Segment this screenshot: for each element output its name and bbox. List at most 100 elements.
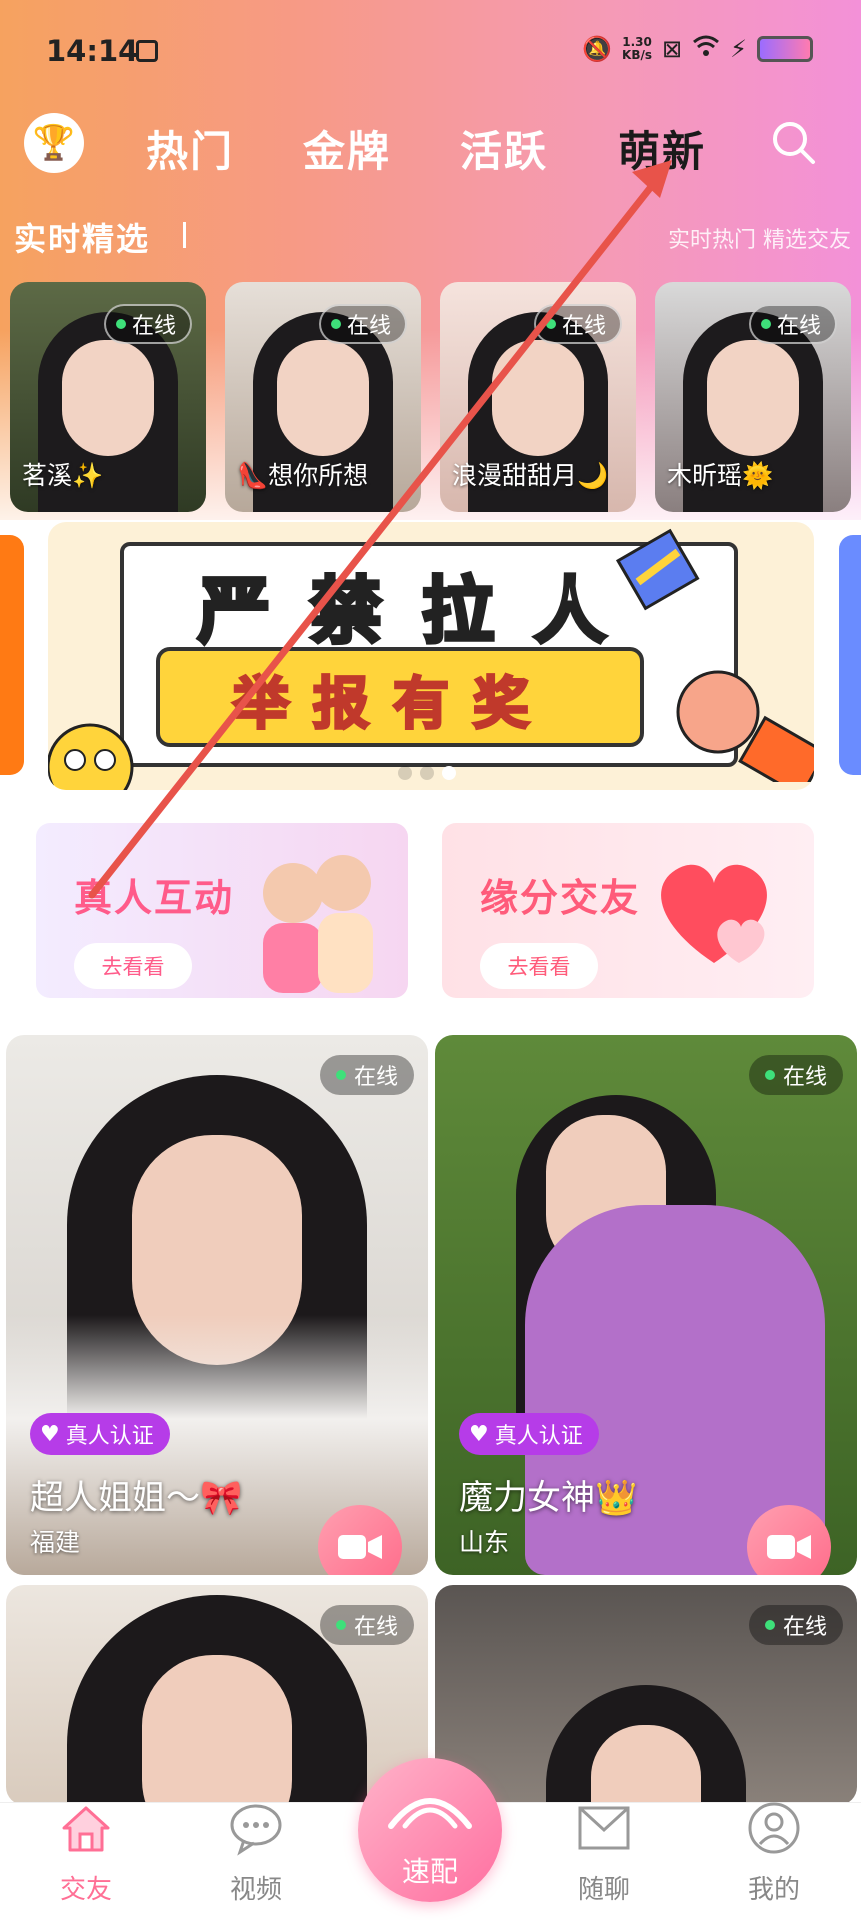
profile-icon [748,1802,800,1854]
quick-match-label: 速配 [401,1855,458,1888]
heart-icon [661,864,767,963]
mail-icon [578,1806,630,1850]
profile-nickname: 魔力女神👑 [459,1478,638,1518]
online-badge: 在线 [319,1055,414,1095]
quick-match-button[interactable]: 速配 [358,1758,502,1902]
online-badge-label: 在线 [131,314,176,339]
nav-item-friends[interactable]: 交友 [26,1800,146,1906]
feature-card-fate-friends[interactable]: 缘分交友 去看看 [442,823,814,998]
online-dot-icon [760,319,771,329]
live-card[interactable]: 在线 👠想你所想 [225,282,421,512]
banner-prev-peek[interactable] [0,535,24,775]
pager-dot [398,766,412,780]
verified-badge-label: 真人认证 [494,1424,583,1449]
nav-item-label: 交友 [59,1875,112,1905]
section-divider [183,222,186,248]
avatar-face [492,340,584,456]
online-badge: 在线 [748,304,837,344]
verified-heart-icon: ♥ [469,1421,489,1447]
online-badge: 在线 [103,304,192,344]
profile-location: 福建 [30,1528,81,1557]
profile-card[interactable]: 在线 ♥ 真人认证 魔力女神👑 山东 [435,1035,857,1575]
live-card-name: 浪漫甜甜月🌙 [452,461,609,490]
wifi-icon [692,34,720,64]
verified-badge: ♥ 真人认证 [459,1413,599,1455]
live-card[interactable]: 在线 木昕瑶🌞 [655,282,851,512]
avatar-face [277,340,369,456]
charging-icon: ⚡ [730,35,747,63]
close-box-icon: ⊠ [662,35,683,63]
verified-badge: ♥ 真人认证 [30,1413,170,1455]
section-title: 实时精选 [14,220,151,258]
online-badge-label: 在线 [782,1615,827,1640]
tab-hot[interactable]: 热门 [146,118,234,179]
nav-item-me[interactable]: 我的 [714,1800,834,1906]
gift-icon [615,528,700,611]
profile-card[interactable]: 在线 ♥ 真人认证 超人姐姐～🎀 福建 [6,1035,428,1575]
section-links[interactable]: 实时热门 精选交友 [668,222,851,254]
crying-emoji-icon [48,723,134,790]
promo-banner[interactable]: 严禁拉人 举报有奖 [48,522,814,790]
live-card-name: 👠想你所想 [237,461,369,490]
go-see-button[interactable]: 去看看 [480,943,598,989]
live-card-name: 茗溪✨ [22,461,104,490]
nav-item-random-chat[interactable]: 随聊 [544,1800,664,1906]
live-card[interactable]: 在线 茗溪✨ [10,282,206,512]
banner-pager [398,766,456,780]
banner-next-peek[interactable] [839,535,861,775]
trophy-icon[interactable]: 🏆 [24,113,84,173]
online-badge-label: 在线 [561,314,606,339]
verified-badge-label: 真人认证 [65,1424,154,1449]
live-card-name: 木昕瑶🌞 [667,461,774,490]
nav-item-label: 我的 [747,1875,800,1905]
couple-illustration [263,855,373,993]
profile-card[interactable]: 在线 [435,1585,857,1805]
online-badge: 在线 [748,1605,843,1645]
profile-nickname: 超人姐姐～🎀 [30,1478,243,1518]
online-badge: 在线 [748,1055,843,1095]
tab-active[interactable]: 活跃 [460,118,548,179]
go-see-button[interactable]: 去看看 [74,943,192,989]
nav-item-label: 视频 [229,1875,282,1905]
avatar-face [142,1655,292,1805]
tab-newbie[interactable]: 萌新 [618,118,706,179]
video-camera-icon [767,1535,811,1559]
avatar-face [62,340,154,456]
top-nav: 🏆 热门 金牌 活跃 萌新 [0,110,861,180]
online-badge-label: 在线 [353,1065,398,1090]
avatar-face [707,340,799,456]
online-badge-label: 在线 [776,314,821,339]
video-camera-icon [338,1535,382,1559]
nav-item-video[interactable]: 视频 [196,1800,316,1906]
pager-dot [420,766,434,780]
online-dot-icon [115,319,126,329]
online-badge-label: 在线 [782,1065,827,1090]
profile-location: 山东 [459,1528,510,1557]
online-badge-label: 在线 [353,1615,398,1640]
online-badge: 在线 [533,304,622,344]
banner-headline: 严禁拉人 [196,567,647,655]
feature-card-real-interaction[interactable]: 真人互动 去看看 [36,823,408,998]
tab-gold[interactable]: 金牌 [303,118,391,179]
profile-card[interactable]: 在线 [6,1585,428,1805]
sim-icon [136,40,158,62]
banner-subline: 举报有奖 [232,671,553,739]
net-speed-unit: KB/s [622,48,653,62]
online-dot-icon [335,1620,346,1630]
online-dot-icon [545,319,556,329]
ok-hand-icon [676,670,814,782]
mute-bell-icon: 🔕 [582,35,613,63]
online-badge-label: 在线 [346,314,391,339]
quick-match-icon [388,1798,472,1829]
battery-icon [757,36,813,62]
live-card[interactable]: 在线 浪漫甜甜月🌙 [440,282,636,512]
status-icons: 🔕 1.30 KB/s ⊠ ⚡ [582,34,813,64]
search-icon[interactable] [769,118,819,168]
feature-title: 缘分交友 [480,876,641,920]
online-badge: 在线 [319,1605,414,1645]
pager-dot-active [442,766,456,780]
home-icon [62,1806,110,1852]
feature-title: 真人互动 [74,876,235,920]
online-badge: 在线 [318,304,407,344]
net-speed: 1.30 KB/s [622,36,652,62]
